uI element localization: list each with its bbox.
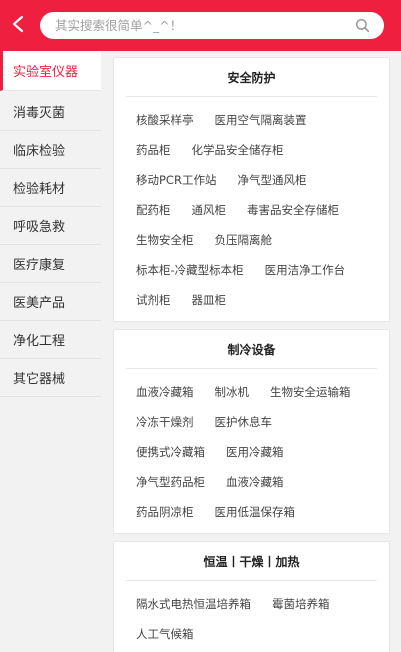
sidebar-item-disinfection[interactable]: 消毒灭菌 [0,93,101,131]
tag-row: 便携式冷藏箱 医用冷藏箱 [136,437,389,467]
sidebar-item-test-consumables[interactable]: 检验耗材 [0,169,101,207]
search-icon[interactable] [355,18,370,33]
tag-row: 血液冷藏箱 制冰机 生物安全运输箱 [136,377,389,407]
sidebar-item-rehabilitation[interactable]: 医疗康复 [0,245,101,283]
tag-row: 配药柜 通风柜 毒害品安全存储柜 [136,195,389,225]
subcategory-link[interactable]: 核酸采样亭 [136,112,194,128]
sidebar-item-aesthetics[interactable]: 医美产品 [0,283,101,321]
tag-row: 人工气候箱 [136,619,389,649]
tag-row: 移动PCR工作站 净气型通风柜 [136,165,389,195]
section-card-heating: 恒温丨干燥丨加热 隔水式电热恒温培养箱 霉菌培养箱 人工气候箱 [113,541,390,652]
section-title: 制冷设备 [227,342,276,357]
subcategory-link[interactable]: 试剂柜 [136,292,171,308]
top-bar [0,0,401,51]
subcategory-link[interactable]: 净气型通风柜 [237,172,306,188]
section-card-refrigeration: 制冷设备 血液冷藏箱 制冰机 生物安全运输箱 冷冻干燥剂 医护休息车 便携式冷藏… [113,329,390,534]
subcategory-link[interactable]: 医用空气隔离装置 [215,112,307,128]
subcategory-link[interactable]: 净气型药品柜 [136,474,205,490]
search-input[interactable] [55,18,335,33]
subcategory-link[interactable]: 医用低温保存箱 [215,504,296,520]
sidebar-item-clinical-testing[interactable]: 临床检验 [0,131,101,169]
tag-row: 药品柜 化学品安全储存柜 [136,135,389,165]
tag-row: 生物安全柜 负压隔离舱 [136,225,389,255]
sidebar-item-purification[interactable]: 净化工程 [0,321,101,359]
subcategory-link[interactable]: 药品阴凉柜 [136,504,194,520]
subcategory-panel: 安全防护 核酸采样亭 医用空气隔离装置 药品柜 化学品安全储存柜 移动PCR工作… [101,51,401,652]
subcategory-link[interactable]: 冷冻干燥剂 [136,414,194,430]
sidebar-item-respiratory-emergency[interactable]: 呼吸急救 [0,207,101,245]
subcategory-link[interactable]: 化学品安全储存柜 [192,142,284,158]
subcategory-link[interactable]: 生物安全运输箱 [270,384,351,400]
tag-row: 核酸采样亭 医用空气隔离装置 [136,105,389,135]
subcategory-link[interactable]: 生物安全柜 [136,232,194,248]
subcategory-link[interactable]: 药品柜 [136,142,171,158]
subcategory-link[interactable]: 血液冷藏箱 [226,474,284,490]
subcategory-link[interactable]: 毒害品安全存储柜 [247,202,339,218]
subcategory-link[interactable]: 隔水式电热恒温培养箱 [136,596,251,612]
section-title: 安全防护 [227,70,276,85]
tag-row: 药品阴凉柜 医用低温保存箱 [136,497,389,527]
tag-row: 标本柜-冷藏型标本柜 医用洁净工作台 [136,255,389,285]
subcategory-link[interactable]: 医用冷藏箱 [226,444,284,460]
section-title: 恒温丨干燥丨加热 [203,554,300,569]
subcategory-link[interactable]: 制冰机 [215,384,250,400]
sidebar-item-other-devices[interactable]: 其它器械 [0,359,101,397]
sidebar-item-lab-instruments[interactable]: 实验室仪器 [0,51,101,91]
subcategory-link[interactable]: 移动PCR工作站 [136,172,216,188]
subcategory-link[interactable]: 血液冷藏箱 [136,384,194,400]
search-bar[interactable] [40,12,384,39]
tag-row: 净气型药品柜 血液冷藏箱 [136,467,389,497]
subcategory-link[interactable]: 医护休息车 [215,414,273,430]
category-sidebar: 实验室仪器 消毒灭菌 临床检验 检验耗材 呼吸急救 医疗康复 医美产品 净化工程… [0,51,101,652]
section-card-safety: 安全防护 核酸采样亭 医用空气隔离装置 药品柜 化学品安全储存柜 移动PCR工作… [113,57,390,322]
subcategory-link[interactable]: 霉菌培养箱 [272,596,330,612]
back-arrow-icon[interactable] [6,10,30,38]
tag-row: 试剂柜 器皿柜 [136,285,389,315]
subcategory-link[interactable]: 便携式冷藏箱 [136,444,205,460]
tag-row: 隔水式电热恒温培养箱 霉菌培养箱 [136,589,389,619]
subcategory-link[interactable]: 负压隔离舱 [215,232,273,248]
subcategory-link[interactable]: 器皿柜 [192,292,227,308]
tag-row: 冷冻干燥剂 医护休息车 [136,407,389,437]
subcategory-link[interactable]: 医用洁净工作台 [265,262,346,278]
subcategory-link[interactable]: 人工气候箱 [136,626,194,642]
subcategory-link[interactable]: 标本柜-冷藏型标本柜 [136,262,244,278]
subcategory-link[interactable]: 通风柜 [192,202,227,218]
subcategory-link[interactable]: 配药柜 [136,202,171,218]
